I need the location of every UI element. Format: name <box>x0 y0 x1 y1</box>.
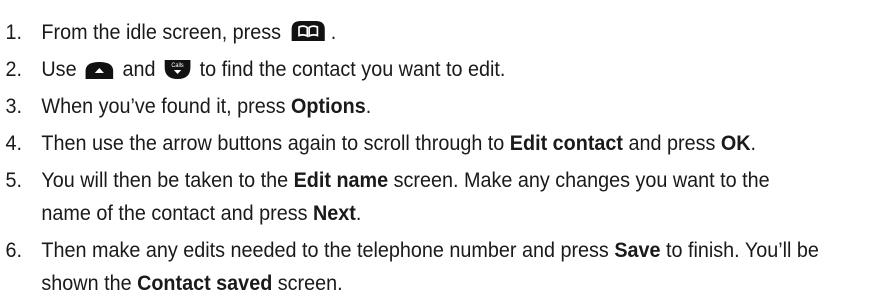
step-text: Then make any edits needed to the teleph… <box>41 238 615 262</box>
step-number: 6. <box>5 238 23 262</box>
step-text-mid: and press <box>623 131 721 155</box>
step-text: Use <box>41 57 83 81</box>
step-text-end: . <box>330 20 337 44</box>
step-number: 5. <box>5 168 23 192</box>
step-text-end: . <box>365 94 372 118</box>
step-text: You will then be taken to the <box>41 168 294 192</box>
step-text: When you’ve found it, press <box>41 94 291 118</box>
step-text-end: screen. <box>272 271 343 295</box>
cut-off-heading-line <box>0 0 823 12</box>
step-1: 1. From the idle screen, press . <box>0 16 823 49</box>
step-text-end: . <box>355 201 362 225</box>
step-5: 5. You will then be taken to the Edit nam… <box>0 164 823 230</box>
step-bold: Edit name <box>293 168 389 192</box>
step-number: 3. <box>5 94 23 118</box>
step-bold: Save <box>614 238 661 262</box>
step-3: 3. When you’ve found it, press Options. <box>0 90 823 123</box>
up-arrow-key-icon <box>84 60 115 80</box>
svg-text:Calls: Calls <box>171 63 183 69</box>
step-number: 2. <box>5 57 23 81</box>
step-text-end: . <box>750 131 757 155</box>
step-text: From the idle screen, press <box>41 20 287 44</box>
phonebook-key-icon <box>288 19 328 43</box>
calls-down-key-icon: Calls <box>163 58 192 80</box>
instruction-list: 1. From the idle screen, press . 2. Use an… <box>0 0 823 300</box>
step-text-mid: and <box>117 57 162 81</box>
step-text: Then use the arrow buttons again to scro… <box>41 131 510 155</box>
step-text-end: to find the contact you want to edit. <box>194 57 506 81</box>
step-bold: Options <box>290 94 366 118</box>
step-bold-2: Contact saved <box>137 271 273 295</box>
step-bold: Edit contact <box>509 131 624 155</box>
step-4: 4. Then use the arrow buttons again to sc… <box>0 127 823 160</box>
step-6: 6. Then make any edits needed to the tele… <box>0 234 823 300</box>
step-number: 4. <box>5 131 23 155</box>
step-bold-2: Next <box>313 201 356 225</box>
step-bold-2: OK <box>720 131 751 155</box>
step-2: 2. Use and Calls to find the contact you … <box>0 53 823 86</box>
step-number: 1. <box>5 20 23 44</box>
